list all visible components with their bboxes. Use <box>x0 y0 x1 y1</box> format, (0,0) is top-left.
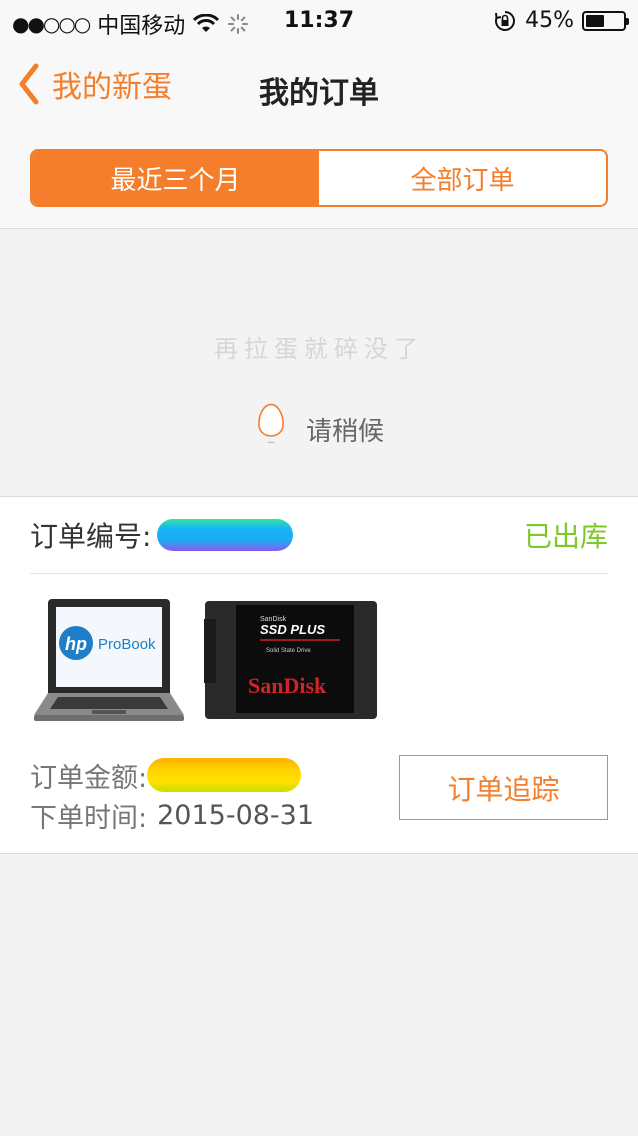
pull-hint-text: 再拉蛋就碎没了 <box>214 335 424 363</box>
back-button[interactable]: 我的新蛋 <box>14 62 172 106</box>
loading-text: 请稍候 <box>305 417 384 447</box>
navigation-bar: 我的新蛋 我的订单 <box>0 44 638 130</box>
ssd-brand-logo: SanDisk <box>248 673 327 698</box>
battery-icon <box>582 10 629 31</box>
product-thumbnail-laptop[interactable]: hp ProBook <box>30 597 188 727</box>
status-bar: ●●○○○ 中国移动 11:37 45% <box>0 0 638 44</box>
battery-percent: 45% <box>525 8 574 33</box>
order-time-row: 下单时间: 2015-08-31 <box>30 795 314 835</box>
track-order-button[interactable]: 订单追踪 <box>399 755 608 820</box>
tab-all-orders[interactable]: 全部订单 <box>319 151 606 205</box>
status-bar-right: 45% <box>493 8 629 33</box>
order-meta: 订单金额: 下单时间: 2015-08-31 <box>30 755 314 835</box>
rotation-lock-icon <box>495 10 516 31</box>
order-card[interactable]: 订单编号: 已出库 hp ProBook SanDisk SSD PLUS So… <box>0 496 638 854</box>
order-header: 订单编号: 已出库 <box>30 497 608 574</box>
segment-bar: 最近三个月 全部订单 <box>0 130 638 229</box>
product-thumbnails: hp ProBook SanDisk SSD PLUS Solid State … <box>30 597 378 727</box>
order-time-value: 2015-08-31 <box>157 799 315 831</box>
pull-to-refresh-area: 再拉蛋就碎没了 请稍候 <box>0 229 638 496</box>
ssd-subtitle: Solid State Drive <box>266 648 311 654</box>
product-thumbnail-ssd[interactable]: SanDisk SSD PLUS Solid State Drive SanDi… <box>204 597 378 721</box>
order-status-badge: 已出库 <box>523 520 608 553</box>
laptop-brand-logo: hp <box>65 634 87 654</box>
egg-icon <box>258 403 284 443</box>
order-time-label: 下单时间: <box>30 802 148 834</box>
redacted-order-number <box>157 519 294 551</box>
back-button-label: 我的新蛋 <box>52 70 172 105</box>
order-amount-row: 订单金额: <box>30 755 314 795</box>
loading-indicator: 请稍候 <box>0 397 638 448</box>
redacted-order-amount <box>147 758 302 792</box>
laptop-model-label: ProBook <box>98 636 156 653</box>
segmented-control: 最近三个月 全部订单 <box>30 149 608 207</box>
ssd-model-label: SSD PLUS <box>260 622 325 637</box>
order-amount-label: 订单金额: <box>30 762 148 794</box>
tab-recent-three-months[interactable]: 最近三个月 <box>32 151 319 205</box>
order-number-label: 订单编号: <box>30 520 152 553</box>
chevron-left-icon <box>19 63 39 105</box>
